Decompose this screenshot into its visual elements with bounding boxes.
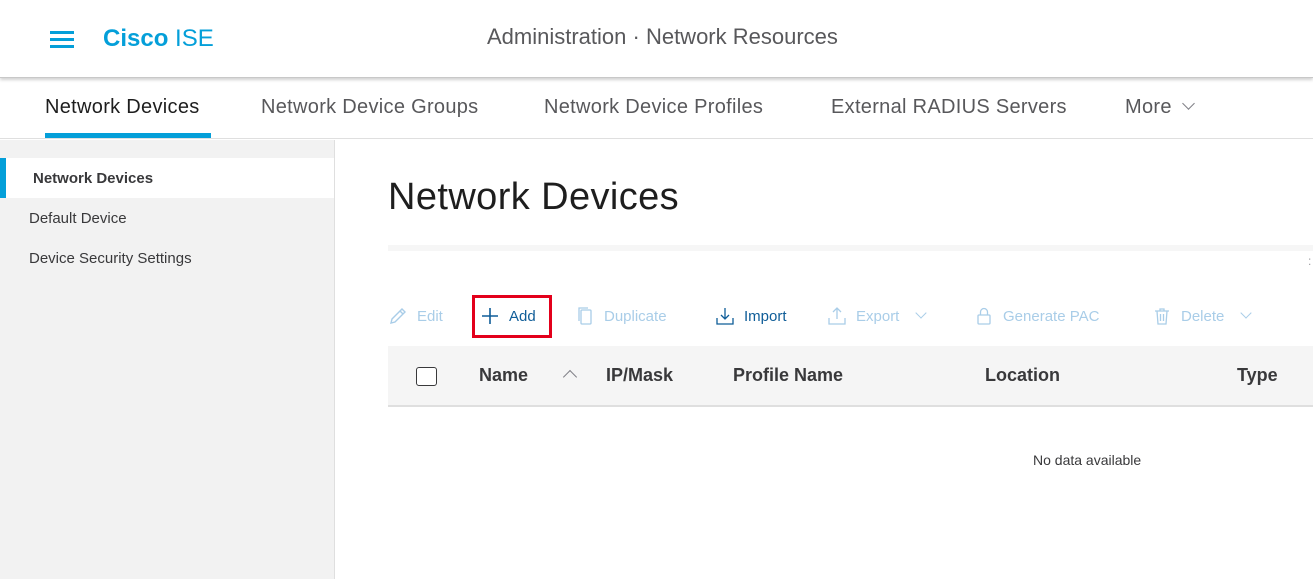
sort-ascending-icon[interactable] (562, 369, 578, 385)
select-all-checkbox[interactable] (416, 367, 437, 386)
import-label: Import (744, 307, 787, 325)
column-header-location[interactable]: Location (985, 365, 1060, 386)
add-button-highlight (472, 295, 552, 338)
page-title: Network Devices (388, 176, 680, 218)
sidebar-item-label: Device Security Settings (29, 250, 192, 267)
section-divider (388, 245, 1313, 251)
export-label: Export (856, 307, 900, 325)
export-icon (826, 305, 848, 327)
edit-label: Edit (417, 307, 443, 325)
top-header: Cisco ISE Administration · Network Resou… (0, 0, 1313, 78)
delete-button[interactable]: Delete (1151, 303, 1253, 329)
tab-more[interactable]: More (1125, 96, 1195, 119)
column-header-type[interactable]: Type (1237, 365, 1278, 386)
sidebar-item-label: Network Devices (33, 170, 154, 187)
export-button[interactable]: Export (826, 303, 928, 329)
tab-external-radius-servers[interactable]: External RADIUS Servers (831, 96, 1067, 119)
import-button[interactable]: Import (714, 303, 787, 329)
chevron-down-icon (915, 307, 928, 319)
hamburger-icon[interactable] (50, 31, 74, 49)
column-header-ip-mask[interactable]: IP/Mask (606, 365, 673, 386)
import-icon (714, 305, 736, 327)
column-header-profile-name[interactable]: Profile Name (733, 365, 843, 386)
copy-icon (574, 305, 596, 327)
active-tab-indicator (45, 133, 211, 138)
lock-icon (973, 305, 995, 327)
pencil-icon (387, 305, 409, 327)
sidebar-item-device-security-settings[interactable]: Device Security Settings (0, 238, 334, 278)
chevron-down-icon (1240, 307, 1253, 319)
brand-light: ISE (175, 25, 214, 52)
delete-label: Delete (1181, 307, 1225, 325)
tab-more-label: More (1125, 96, 1172, 118)
generate-pac-label: Generate PAC (1003, 307, 1100, 325)
edit-button[interactable]: Edit (387, 303, 443, 329)
tab-network-device-groups[interactable]: Network Device Groups (261, 96, 478, 119)
duplicate-button[interactable]: Duplicate (574, 303, 667, 329)
product-brand: Cisco ISE (103, 25, 214, 53)
tab-network-devices[interactable]: Network Devices (45, 96, 200, 119)
duplicate-label: Duplicate (604, 307, 667, 325)
tab-network-device-profiles[interactable]: Network Device Profiles (544, 96, 763, 119)
empty-table-message: No data available (1033, 452, 1142, 468)
chevron-down-icon (1181, 97, 1195, 110)
column-header-name[interactable]: Name (479, 365, 528, 386)
generate-pac-button[interactable]: Generate PAC (973, 303, 1099, 329)
header-title: Administration · Network Resources (487, 24, 838, 49)
table-header: Name IP/Mask Profile Name Location Type (388, 346, 1313, 407)
sidebar-item-default-device[interactable]: Default Device (0, 198, 334, 238)
sidebar: Network Devices Default Device Device Se… (0, 140, 335, 579)
kebab-menu-icon[interactable]: : (1308, 254, 1311, 268)
tab-bar: Network Devices Network Device Groups Ne… (0, 79, 1313, 139)
sidebar-item-network-devices[interactable]: Network Devices (0, 158, 334, 198)
sidebar-item-label: Default Device (29, 210, 127, 227)
trash-icon (1151, 305, 1173, 327)
brand-bold: Cisco (103, 25, 169, 52)
